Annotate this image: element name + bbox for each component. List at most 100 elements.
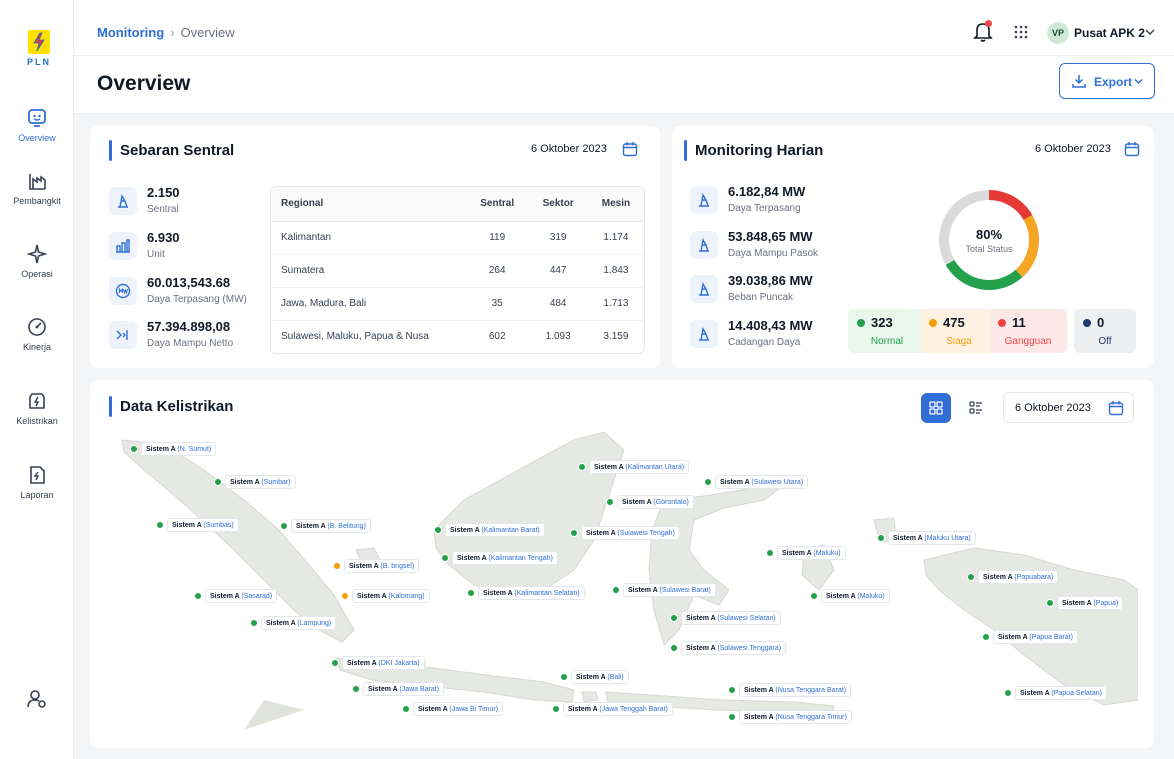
sidebar-item-laporan[interactable]: Laporan	[0, 464, 74, 500]
status-value: 475	[943, 315, 965, 330]
marker-label: Sistem A (Jawa Bi Timur)	[413, 702, 504, 716]
cell-regional: Kalimantan	[271, 221, 466, 255]
status-dot	[434, 526, 442, 534]
status-dot	[1046, 599, 1054, 607]
chevron-down-icon[interactable]	[1145, 28, 1155, 36]
cell-mesin: 1.843	[587, 254, 644, 288]
status-dot	[998, 319, 1006, 327]
cell-mesin: 3.159	[603, 331, 629, 343]
cell-regional: Jawa, Madura, Bali	[271, 287, 466, 321]
table-row[interactable]: Sumatera 264 447 1.843	[271, 254, 644, 288]
calendar-icon[interactable]	[1124, 141, 1140, 157]
cell-sentral: 602	[488, 331, 506, 343]
date-picker[interactable]: 6 Oktober 2023	[1003, 392, 1134, 423]
status-label: Siaga	[946, 336, 972, 347]
column-header: Mesin	[587, 187, 644, 222]
stat-value: 39.038,86 MW	[728, 273, 813, 288]
stat-value: 53.848,65 MW	[728, 229, 813, 244]
status-dot	[552, 705, 560, 713]
status-dot	[194, 592, 202, 600]
status-label: Normal	[870, 336, 904, 347]
power-flow-icon	[109, 321, 137, 349]
marker-label: Sistem A (N. Sumut)	[141, 442, 217, 456]
status-normal[interactable]: 323 Normal	[848, 309, 926, 353]
status-dot	[606, 498, 614, 506]
marker-label: Sistem A (Sulawesi Utara)	[715, 475, 809, 489]
card-title: Sebaran Sentral	[109, 140, 234, 161]
status-dot	[331, 659, 339, 667]
calendar-icon[interactable]	[622, 141, 638, 157]
indonesia-map[interactable]: Sistem A (N. Sumut) Sistem A (Sumbar) Sist…	[104, 430, 1138, 740]
marker-label: Sistem A (Maluku Utara)	[888, 531, 976, 545]
donut-segment-gangguan	[988, 190, 1033, 221]
apps-button[interactable]	[1014, 25, 1028, 44]
marker-label: Sistem A (Sulawesi Barat)	[623, 583, 716, 597]
sidebar: PLN Overview Pembangkit Operasi Kinerja …	[0, 0, 74, 759]
marker-label: Sistem A (Nusa Tenggara Barat)	[739, 683, 852, 697]
card-title: Data Kelistrikan	[109, 396, 233, 417]
marker-label: Sistem A (Popuabara)	[978, 570, 1059, 584]
marker-label: Sistem A (Gorontalo)	[617, 495, 694, 509]
stat-label: Daya Mampu Pasok	[728, 248, 819, 259]
sidebar-item-overview[interactable]: Overview	[0, 107, 74, 143]
cell-sektor: 319	[528, 221, 588, 255]
marker-label: Sistem A (Sulawesi Tengah)	[581, 526, 680, 540]
sidebar-item-pembangkit[interactable]: Pembangkit	[0, 170, 74, 206]
cell-mesin: 1.713	[587, 287, 644, 321]
tower-icon	[690, 320, 718, 348]
lightning-icon	[28, 30, 50, 54]
status-gangguan[interactable]: 11 Gangguan	[989, 309, 1067, 353]
export-button[interactable]: Export	[1059, 63, 1155, 99]
status-off[interactable]: 0 Off	[1074, 309, 1136, 353]
table-row[interactable]: Jawa, Madura, Bali 35 484 1.713	[271, 287, 644, 321]
sidebar-item-label: Laporan	[20, 490, 54, 500]
sidebar-item-operasi[interactable]: Operasi	[0, 243, 74, 279]
status-dot	[578, 463, 586, 471]
mw-icon	[109, 277, 137, 305]
status-dot	[728, 713, 736, 721]
grid-dots-icon	[1014, 25, 1028, 39]
breadcrumb-root-link[interactable]: Monitoring	[97, 25, 164, 40]
cell-sektor: 447	[528, 254, 588, 288]
column-header: Sektor	[528, 187, 588, 222]
notification-button[interactable]	[973, 20, 993, 47]
pln-logo[interactable]: PLN	[26, 30, 52, 67]
breadcrumb-current: Overview	[180, 25, 235, 40]
sidebar-item-label: Kinerja	[22, 342, 51, 352]
status-dot	[341, 592, 349, 600]
marker-label: Sistem A (Kalomang)	[352, 589, 430, 603]
user-settings-button[interactable]	[0, 688, 74, 710]
breadcrumb-separator: ›	[170, 25, 175, 40]
sidebar-item-label: Operasi	[21, 269, 53, 279]
stat-value: 57.394.898,08	[147, 319, 231, 334]
download-icon	[1072, 75, 1086, 88]
monitoring-harian-card: Monitoring Harian 6 Oktober 2023 6.182,8…	[672, 126, 1154, 368]
marker-label: Sistem A (Sulawesi Tenggara)	[681, 641, 787, 655]
stat-label: Beban Puncak	[728, 292, 794, 303]
status-label: Gangguan	[1004, 336, 1052, 347]
table-row[interactable]: Sulawesi, Maluku, Papua & Nusa 602 1.093…	[271, 320, 644, 353]
sidebar-item-kinerja[interactable]: Kinerja	[0, 316, 74, 352]
marker-label: Sistem A (Sasarad)	[205, 589, 278, 603]
stat-value: 6.930	[147, 230, 180, 245]
overview-icon	[28, 109, 46, 127]
sidebar-item-label: Kelistrikan	[16, 416, 58, 426]
sidebar-item-kelistrikan[interactable]: Kelistrikan	[0, 390, 74, 426]
stat-label: Sentral	[147, 204, 179, 215]
status-value: 323	[871, 315, 893, 330]
list-view-button[interactable]	[961, 393, 991, 423]
avatar[interactable]: VP	[1047, 22, 1069, 44]
user-name[interactable]: Pusat APK 2	[1074, 26, 1145, 40]
marker-label: Sistem A (Sumbas)	[167, 518, 239, 532]
marker-label: Sistem A (Jawa Tenggah Barat)	[563, 702, 673, 716]
status-dot	[280, 522, 288, 530]
grid-view-button[interactable]	[921, 393, 951, 423]
sebaran-sentral-card: Sebaran Sentral 6 Oktober 2023 2.150 Sen…	[90, 126, 660, 368]
status-siaga[interactable]: 475 Siaga	[920, 309, 998, 353]
column-header: Regional	[271, 187, 466, 222]
status-dot	[810, 592, 818, 600]
table-row[interactable]: Kalimantan 119 319 1.174	[271, 221, 644, 255]
marker-label: Sistem A (Kalimantan Utara)	[589, 460, 690, 474]
chevron-down-icon	[1134, 78, 1143, 85]
cell-sentral: 119	[465, 221, 529, 255]
